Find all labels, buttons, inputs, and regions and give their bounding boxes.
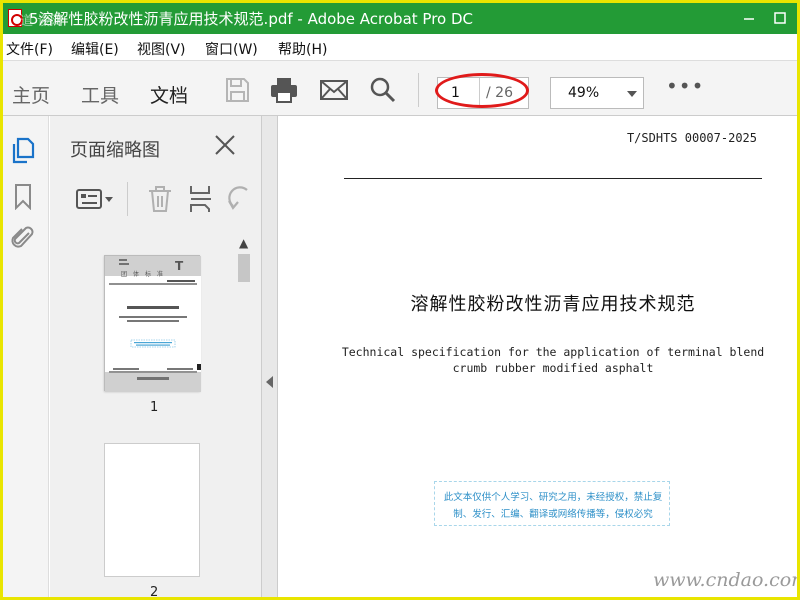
tab-home[interactable]: 主页: [12, 81, 50, 108]
undo-icon: [228, 186, 248, 210]
thumbnails-scrollbar[interactable]: ▲: [236, 234, 252, 597]
chevron-left-icon: [266, 376, 273, 388]
title-bar: 道 谈网 5溶解性胶粉改性沥青应用技术规范.pdf - Adobe Acroba…: [3, 3, 797, 34]
delete-page-button[interactable]: [146, 184, 174, 214]
panel-collapse-handle[interactable]: [262, 116, 278, 597]
thumbnails-panel: 页面缩略图 ▲ T 团 体 标 准 1 2: [50, 116, 262, 597]
tab-document[interactable]: 文档: [150, 81, 189, 120]
print-icon: [271, 78, 297, 103]
print-button[interactable]: [269, 75, 299, 105]
english-title-line-2: crumb rubber modified asphalt: [452, 361, 654, 375]
page-thumbnail-2[interactable]: [104, 443, 200, 577]
window-title: 5溶解性胶粉改性沥青应用技术规范.pdf - Adobe Acrobat Pro…: [29, 10, 474, 28]
page-thumbnail-1[interactable]: T 团 体 标 准: [104, 255, 201, 392]
menu-view[interactable]: 视图(V): [137, 39, 186, 59]
insert-pages-icon: [190, 186, 211, 212]
notice-line-1: 此文本仅供个人学习、研究之用，未经授权，禁止复: [443, 492, 663, 503]
page-marker: [197, 364, 201, 370]
menu-file[interactable]: 文件(F): [6, 39, 53, 59]
chevron-down-icon: [627, 91, 637, 97]
scroll-up-icon[interactable]: ▲: [239, 236, 248, 250]
close-icon: [215, 135, 235, 155]
panel-toolbar: [50, 174, 262, 224]
site-watermark: www.cndao.com: [653, 569, 797, 591]
panel-toolbar-separator: [127, 182, 128, 216]
mail-icon: [320, 80, 348, 100]
list-options-icon: [76, 189, 113, 209]
zoom-value: 49%: [568, 85, 600, 101]
minimize-icon: [744, 18, 754, 20]
menu-edit[interactable]: 编辑(E): [71, 39, 119, 59]
english-title-line-1: Technical specification for the applicat…: [341, 345, 765, 359]
scroll-thumb[interactable]: [238, 254, 250, 282]
selection-overlay-bottom: [105, 372, 201, 392]
menu-bar: 文件(F) 编辑(E) 视图(V) 窗口(W) 帮助(H): [3, 34, 797, 60]
menu-window[interactable]: 窗口(W): [205, 39, 258, 59]
page-thumbnails-icon: [12, 137, 35, 164]
notice-line-2: 制、发行、汇编、翻译或网络传播等，侵权必究: [453, 509, 653, 520]
insert-page-button[interactable]: [187, 184, 215, 214]
selection-overlay-top: [105, 256, 201, 276]
more-options-button[interactable]: •••: [666, 74, 704, 98]
tab-tools[interactable]: 工具: [81, 81, 119, 108]
find-button[interactable]: [368, 75, 398, 105]
undo-button[interactable]: [225, 184, 253, 214]
document-title: 溶解性胶粉改性沥青应用技术规范: [410, 294, 696, 315]
save-button[interactable]: [222, 75, 252, 105]
header-rule: [344, 178, 762, 179]
thumbnail-options-button[interactable]: [74, 184, 116, 214]
page-thumbnails-button[interactable]: [9, 136, 37, 164]
attachments-button[interactable]: [9, 224, 37, 252]
toolbar-separator: [418, 73, 419, 107]
thumbnail-label-2: 2: [150, 585, 159, 597]
copyright-notice: 此文本仅供个人学习、研究之用，未经授权，禁止复 制、发行、汇编、翻译或网络传播等…: [434, 481, 670, 526]
annotation-ellipse: [435, 73, 529, 108]
bookmark-icon: [15, 184, 31, 211]
email-button[interactable]: [319, 75, 349, 105]
navigation-rail: [3, 116, 49, 597]
minimize-button[interactable]: [737, 7, 761, 29]
search-icon: [370, 77, 396, 103]
zoom-dropdown[interactable]: 49%: [550, 77, 644, 109]
maximize-button[interactable]: [768, 7, 792, 29]
menu-help[interactable]: 帮助(H): [278, 39, 327, 59]
app-window: 道 谈网 5溶解性胶粉改性沥青应用技术规范.pdf - Adobe Acroba…: [3, 3, 797, 597]
save-icon: [226, 78, 249, 102]
bookmarks-button[interactable]: [9, 182, 37, 211]
standard-code: T/SDHTS 00007-2025: [626, 131, 757, 145]
thumbnail-label-1: 1: [150, 400, 159, 415]
document-view[interactable]: T/SDHTS 00007-2025 溶解性胶粉改性沥青应用技术规范 Techn…: [279, 116, 797, 597]
close-panel-button[interactable]: [212, 132, 238, 158]
panel-title: 页面缩略图: [70, 140, 160, 161]
maximize-icon: [774, 12, 786, 24]
attachment-icon: [11, 226, 34, 248]
main-toolbar: 主页 工具 文档 1 / 26 49% •••: [3, 60, 797, 120]
trash-icon: [149, 186, 171, 212]
